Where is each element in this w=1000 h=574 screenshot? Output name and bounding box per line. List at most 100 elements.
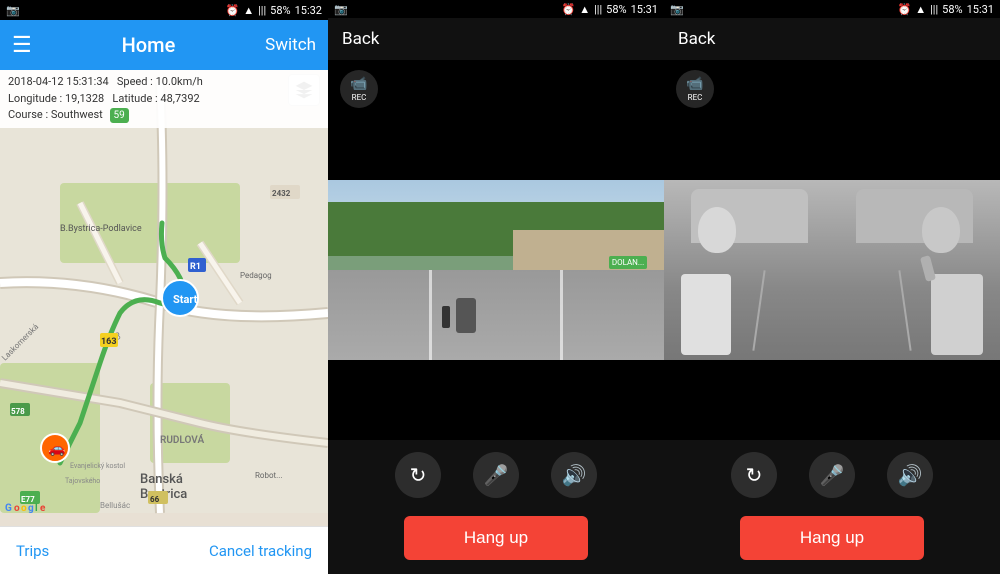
person-left-head bbox=[698, 207, 736, 253]
battery-v2: 58% bbox=[942, 3, 962, 16]
hangup-button-v2[interactable]: Hang up bbox=[740, 516, 924, 560]
svg-text:e: e bbox=[40, 503, 46, 514]
longitude-value: 19,1328 bbox=[65, 92, 104, 105]
svg-text:G: G bbox=[5, 503, 12, 514]
status-bar-video2: 📷 ⏰ ▲ ||| 58% 15:31 bbox=[664, 0, 1000, 18]
rec-camera-icon2: 📹 bbox=[686, 76, 703, 92]
back-button-v2[interactable]: Back bbox=[678, 29, 715, 49]
mic-button-v1[interactable]: 🎤 bbox=[473, 452, 519, 498]
front-camera-feed: DOLAN... bbox=[328, 180, 664, 360]
svg-text:o: o bbox=[14, 503, 20, 514]
hangup-button-v1[interactable]: Hang up bbox=[404, 516, 588, 560]
person-right-body bbox=[931, 274, 983, 355]
cancel-tracking-button[interactable]: Cancel tracking bbox=[209, 542, 312, 560]
svg-text:g: g bbox=[28, 503, 34, 514]
datetime-speed-row: 2018-04-12 15:31:34 Speed : 10.0km/h bbox=[8, 74, 320, 91]
time-v1: 15:31 bbox=[631, 3, 658, 16]
rec-label-v2: REC bbox=[688, 93, 703, 102]
road-line-right bbox=[560, 270, 563, 360]
speaker-button-v1[interactable]: 🔊 bbox=[551, 452, 597, 498]
map-view[interactable]: 163 163 E77 E77 578 2432 R1 Start bbox=[0, 70, 328, 526]
menu-icon[interactable]: ☰ bbox=[12, 33, 32, 58]
svg-text:Start: Start bbox=[173, 293, 198, 306]
svg-text:Bellušác: Bellušác bbox=[100, 501, 130, 510]
speed-value: 10.0km/h bbox=[156, 75, 203, 88]
video-panel-interior: 📷 ⏰ ▲ ||| 58% 15:31 Back 📹 REC bbox=[664, 0, 1000, 574]
svg-text:Pedagog: Pedagog bbox=[240, 271, 272, 280]
battery-level: 58% bbox=[270, 4, 290, 17]
svg-text:578: 578 bbox=[11, 407, 25, 416]
video-main-v2: 📹 REC bbox=[664, 60, 1000, 440]
status-right-v2: ⏰ ▲ ||| 58% 15:31 bbox=[898, 3, 994, 16]
mic-button-v2[interactable]: 🎤 bbox=[809, 452, 855, 498]
battery-v1: 58% bbox=[606, 3, 626, 16]
road-car bbox=[456, 298, 476, 333]
camera-icon: 📷 bbox=[6, 4, 20, 17]
status-bar-video1: 📷 ⏰ ▲ ||| 58% 15:31 bbox=[328, 0, 664, 18]
datetime-value: 2018-04-12 15:31:34 bbox=[8, 75, 109, 88]
hangup-row-v1: Hang up bbox=[328, 508, 664, 574]
svg-text:l: l bbox=[35, 503, 38, 514]
speaker-icon-v1: 🔊 bbox=[562, 463, 587, 487]
coords-row: Longitude : 19,1328 Latitude : 48,7392 bbox=[8, 91, 320, 108]
video-panel-front: 📷 ⏰ ▲ ||| 58% 15:31 Back 📹 REC bbox=[328, 0, 664, 574]
road-person bbox=[442, 306, 450, 328]
map-container: 163 163 E77 E77 578 2432 R1 Start bbox=[0, 70, 328, 526]
speed-label: Speed : bbox=[117, 75, 153, 88]
longitude-label: Longitude : bbox=[8, 92, 62, 105]
speaker-button-v2[interactable]: 🔊 bbox=[887, 452, 933, 498]
mic-icon-v1: 🎤 bbox=[484, 463, 509, 487]
person-left-body bbox=[681, 274, 731, 355]
video-controls-v2: ↻ 🎤 🔊 bbox=[664, 440, 1000, 508]
person-right-head bbox=[922, 207, 960, 253]
signal-icon3: ||| bbox=[930, 3, 938, 16]
video-bottom-black-v1 bbox=[328, 360, 664, 440]
status-bar-left: 📷 bbox=[6, 4, 20, 17]
video-back-bar: Back bbox=[328, 18, 664, 60]
status-right-v1: ⏰ ▲ ||| 58% 15:31 bbox=[562, 3, 658, 16]
svg-text:66: 66 bbox=[150, 495, 160, 504]
rec-badge-v2: 📹 REC bbox=[676, 70, 714, 108]
back-button-v1[interactable]: Back bbox=[342, 29, 379, 49]
alarm-icon3: ⏰ bbox=[898, 3, 912, 16]
road-sign: DOLAN... bbox=[609, 256, 647, 269]
video-main-v1: 📹 REC DOLAN... bbox=[328, 60, 664, 440]
rotate-button-v2[interactable]: ↻ bbox=[731, 452, 777, 498]
svg-text:o: o bbox=[21, 503, 27, 514]
svg-text:🚗: 🚗 bbox=[48, 441, 65, 457]
rec-camera-icon: 📹 bbox=[350, 76, 367, 92]
course-label: Course : bbox=[8, 108, 48, 121]
map-panel: 📷 ⏰ ▲ ||| 58% 15:32 ☰ Home Switch 2018-0… bbox=[0, 0, 328, 574]
mic-icon-v2: 🎤 bbox=[820, 463, 845, 487]
latitude-label: Latitude : bbox=[112, 92, 157, 105]
rotate-icon-v1: ↻ bbox=[410, 463, 427, 487]
trips-button[interactable]: Trips bbox=[16, 542, 49, 560]
camera-icon2: 📷 bbox=[334, 3, 348, 16]
course-badge: 59 bbox=[110, 108, 129, 123]
speaker-icon-v2: 🔊 bbox=[898, 463, 923, 487]
wifi-icon3: ▲ bbox=[915, 3, 926, 16]
road-surface bbox=[328, 270, 664, 360]
status-bar-map: 📷 ⏰ ▲ ||| 58% 15:32 bbox=[0, 0, 328, 20]
svg-text:RUDLOVÁ: RUDLOVÁ bbox=[160, 433, 204, 446]
rotate-button-v1[interactable]: ↻ bbox=[395, 452, 441, 498]
status-bar-right: ⏰ ▲ ||| 58% 15:32 bbox=[226, 4, 322, 17]
svg-text:R1: R1 bbox=[190, 262, 201, 272]
course-value: Southwest bbox=[51, 108, 103, 121]
svg-text:B.Bystrica-Podlavice: B.Bystrica-Podlavice bbox=[60, 224, 142, 234]
time-display: 15:32 bbox=[295, 4, 322, 17]
interior-camera-feed bbox=[664, 180, 1000, 360]
rotate-icon-v2: ↻ bbox=[746, 463, 763, 487]
location-info-bar: 2018-04-12 15:31:34 Speed : 10.0km/h Lon… bbox=[0, 70, 328, 128]
svg-text:Evanjelický kostol: Evanjelický kostol bbox=[70, 462, 125, 470]
hangup-row-v2: Hang up bbox=[664, 508, 1000, 574]
top-nav-bar: ☰ Home Switch bbox=[0, 20, 328, 70]
video-back-bar2: Back bbox=[664, 18, 1000, 60]
latitude-value: 48,7392 bbox=[160, 92, 199, 105]
switch-button[interactable]: Switch bbox=[265, 35, 316, 55]
wifi-icon: ▲ bbox=[243, 4, 254, 17]
video-top-black-v1: 📹 REC bbox=[328, 60, 664, 180]
road-scene: DOLAN... bbox=[328, 180, 664, 360]
video-top-black-v2: 📹 REC bbox=[664, 60, 1000, 180]
rec-badge-v1: 📹 REC bbox=[340, 70, 378, 108]
